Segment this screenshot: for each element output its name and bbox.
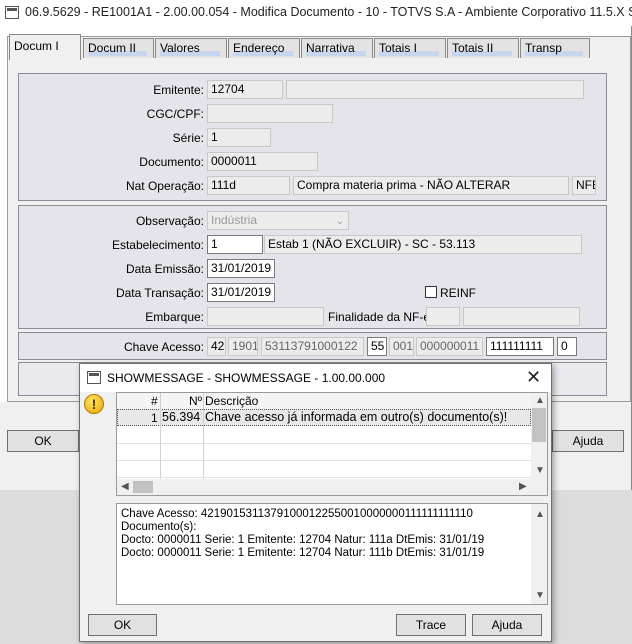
nat-operacao-type-field[interactable]: NFE — [572, 176, 596, 195]
grid-vertical-scroll-thumb[interactable] — [532, 408, 546, 442]
observacao-select[interactable]: Indústria ⌄ — [207, 211, 349, 230]
chave-dv-field[interactable]: 0 — [557, 337, 577, 356]
nat-operacao-desc-field[interactable]: Compra materia prima - NÃO ALTERAR — [293, 176, 569, 195]
emitente-name-field[interactable] — [286, 80, 584, 99]
tab-label: Docum II — [88, 41, 137, 55]
tab-narrativa[interactable]: Narrativa — [301, 38, 373, 58]
scroll-left-icon[interactable]: ◀ — [121, 481, 129, 492]
estabelecimento-label: Estabelecimento: — [111, 238, 204, 252]
cgc-cpf-field[interactable] — [207, 104, 333, 123]
title-bar: 06.9.5629 - RE1001A1 - 2.00.00.054 - Mod… — [0, 0, 632, 26]
data-emissao-label: Data Emissão: — [125, 262, 204, 276]
tab-label: Totais II — [452, 41, 494, 55]
tab-label: Endereço — [233, 41, 285, 55]
emitente-label: Emitente: — [153, 83, 204, 97]
grid-divider — [160, 393, 161, 479]
chave-cnpj-field[interactable]: 53113791000122 — [261, 337, 364, 356]
grid-header-description: Descrição — [205, 394, 259, 408]
chevron-down-icon: ⌄ — [335, 216, 344, 227]
tab-transp[interactable]: Transp — [520, 38, 590, 58]
dialog-help-button[interactable]: Ajuda — [472, 614, 542, 636]
message-detail-text[interactable]: Chave Acesso: 42190153113791000122550010… — [116, 503, 548, 605]
chave-aamm-field[interactable]: 1901 — [228, 337, 258, 356]
serie-label: Série: — [172, 131, 204, 145]
tab-label: Narrativa — [306, 41, 355, 55]
observacao-value: Indústria — [211, 213, 258, 227]
tab-totais-ii[interactable]: Totais II — [447, 38, 519, 58]
row-code: 56.394 — [162, 410, 201, 424]
row-description: Chave acesso já informada em outro(s) do… — [205, 410, 508, 424]
nat-operacao-label: Nat Operação: — [125, 179, 204, 193]
data-transacao-field[interactable]: 31/01/2019 — [207, 283, 275, 302]
warning-icon: ! — [84, 394, 104, 414]
grid-divider — [117, 460, 531, 461]
window-icon — [5, 6, 19, 19]
memo-line: Docto: 0000011 Serie: 1 Emitente: 12704 … — [121, 534, 485, 546]
tab-endereco[interactable]: Endereço — [228, 38, 300, 58]
emitente-field[interactable]: 12704 — [207, 80, 283, 99]
serie-field[interactable]: 1 — [207, 128, 271, 147]
help-button[interactable]: Ajuda — [552, 430, 624, 452]
grid-horizontal-scroll-thumb[interactable] — [133, 481, 153, 493]
memo-line: Docto: 0000011 Serie: 1 Emitente: 12704 … — [121, 547, 485, 559]
chave-codigo-field[interactable]: 111111111 — [486, 337, 554, 356]
scroll-right-icon[interactable]: ▶ — [519, 481, 527, 492]
tab-label: Totais I — [379, 41, 418, 55]
memo-line: Chave Acesso: 42190153113791000122550010… — [121, 508, 473, 520]
dialog-title-bar: SHOWMESSAGE - SHOWMESSAGE - 1.00.00.000 … — [80, 364, 551, 392]
observacao-label: Observação: — [135, 214, 204, 228]
reinf-label: REINF — [440, 286, 476, 300]
grid-divider — [117, 477, 531, 478]
data-transacao-label: Data Transação: — [115, 286, 204, 300]
scroll-up-icon[interactable]: ▲ — [535, 395, 545, 406]
dialog-window-icon — [87, 371, 101, 384]
cgc-cpf-label: CGC/CPF: — [146, 107, 204, 121]
window-title: 06.9.5629 - RE1001A1 - 2.00.00.054 - Mod… — [25, 5, 632, 19]
scroll-down-icon[interactable]: ▼ — [535, 465, 545, 476]
chave-acesso-label: Chave Acesso: — [123, 340, 204, 354]
estabelecimento-field[interactable]: 1 — [207, 235, 263, 254]
embarque-field[interactable] — [207, 307, 324, 326]
reinf-checkbox[interactable] — [425, 286, 437, 298]
finalidade-desc-field[interactable] — [463, 307, 580, 326]
documento-label: Documento: — [139, 155, 204, 169]
scroll-up-icon[interactable]: ▲ — [535, 509, 545, 520]
dialog-ok-button[interactable]: OK — [88, 614, 157, 636]
chave-uf-field[interactable]: 42 — [207, 337, 226, 356]
grid-header — [117, 393, 531, 410]
tab-totais-i[interactable]: Totais I — [374, 38, 446, 58]
row-index: 1 — [151, 411, 158, 425]
chave-numero-field[interactable]: 000000011 — [416, 337, 483, 356]
documento-field[interactable]: 0000011 — [207, 152, 318, 171]
tab-label: Valores — [160, 41, 200, 55]
trace-button[interactable]: Trace — [396, 614, 466, 636]
nat-operacao-code-field[interactable]: 111d — [207, 176, 290, 195]
scroll-down-icon[interactable]: ▼ — [535, 590, 545, 601]
chave-serie-field[interactable]: 001 — [389, 337, 414, 356]
tab-label: Docum I — [14, 39, 59, 53]
estabelecimento-desc-field[interactable]: Estab 1 (NÃO EXCLUIR) - SC - 53.113 — [264, 235, 582, 254]
finalidade-field[interactable] — [426, 307, 460, 326]
close-icon[interactable]: ✕ — [526, 367, 541, 388]
data-emissao-field[interactable]: 31/01/2019 — [207, 259, 275, 278]
grid-header-number: Nº — [189, 394, 203, 408]
message-grid[interactable]: # Nº Descrição 1 56.394 Chave acesso já … — [116, 392, 548, 496]
finalidade-label: Finalidade da NF-e: — [328, 310, 434, 324]
showmessage-dialog: SHOWMESSAGE - SHOWMESSAGE - 1.00.00.000 … — [79, 363, 552, 642]
grid-divider — [117, 443, 531, 444]
embarque-label: Embarque: — [145, 310, 204, 324]
tab-valores[interactable]: Valores — [155, 38, 227, 58]
memo-line: Documento(s): — [121, 521, 197, 533]
tab-label: Transp — [525, 41, 562, 55]
tab-docum-i[interactable]: Docum I — [9, 34, 81, 60]
grid-divider — [203, 393, 204, 479]
chave-modelo-field[interactable]: 55 — [367, 337, 387, 356]
dialog-title: SHOWMESSAGE - SHOWMESSAGE - 1.00.00.000 — [107, 371, 386, 385]
tab-docum-ii[interactable]: Docum II — [83, 38, 154, 58]
grid-header-index: # — [151, 394, 158, 408]
ok-button[interactable]: OK — [7, 430, 79, 452]
grid-horizontal-scrollbar[interactable] — [117, 479, 547, 495]
